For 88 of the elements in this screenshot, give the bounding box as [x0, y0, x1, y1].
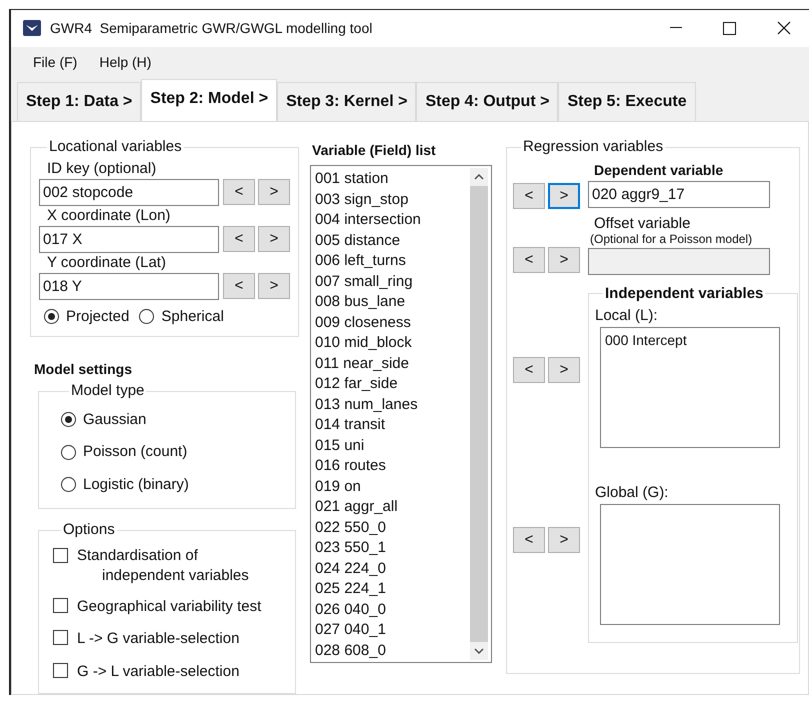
list-item[interactable]: 023 550_1 — [315, 538, 470, 558]
arrow-button[interactable]: < — [513, 526, 545, 552]
field-note: (Optional for a Poisson model) — [590, 232, 754, 246]
group-title: Model type — [70, 381, 146, 401]
checkbox-label: Geographical variability test — [77, 596, 262, 616]
scroll-up-icon[interactable] — [474, 174, 484, 180]
arrow-button[interactable]: < — [513, 182, 545, 208]
radio-label: Gaussian — [83, 410, 146, 430]
variable-field[interactable]: 018 Y — [39, 272, 219, 300]
arrow-button[interactable]: > — [258, 226, 290, 252]
arrow-button[interactable]: < — [223, 178, 255, 204]
arrow-button[interactable]: > — [548, 356, 580, 382]
variable-listbox[interactable] — [310, 165, 492, 663]
radio-button[interactable] — [139, 309, 154, 324]
list-item[interactable]: 025 224_1 — [315, 579, 470, 600]
list-item[interactable]: 010 mid_block — [315, 333, 470, 354]
field-label: X coordinate (Lon) — [47, 206, 172, 226]
list-item[interactable]: 021 aggr_all — [315, 497, 470, 518]
arrow-button[interactable]: > — [548, 526, 580, 552]
checkbox[interactable] — [53, 630, 68, 645]
scroll-down-icon[interactable] — [474, 648, 484, 654]
group-title: Regression variables — [522, 137, 664, 157]
arrow-button[interactable]: > — [258, 272, 290, 298]
local-listbox[interactable]: 000 Intercept — [600, 327, 780, 448]
list-item[interactable]: 007 small_ring — [315, 272, 470, 292]
checkbox[interactable] — [53, 548, 68, 562]
variable-field[interactable]: 017 X — [39, 226, 219, 252]
list-item[interactable]: 019 on — [315, 476, 470, 497]
radio-label: Poisson (count) — [83, 442, 188, 462]
radio-label: Spherical — [161, 306, 224, 326]
list-item[interactable]: 003 sign_stop — [315, 190, 470, 210]
list-item[interactable]: 006 left_turns — [315, 251, 470, 272]
radio-button[interactable] — [61, 444, 76, 460]
list-item[interactable]: 026 040_0 — [315, 600, 470, 620]
checkbox[interactable] — [53, 662, 68, 678]
list-item[interactable]: 014 transit — [315, 415, 470, 436]
list-label: Global (G): — [595, 483, 670, 503]
list-item[interactable]: 016 routes — [315, 456, 470, 476]
list-item[interactable]: 008 bus_lane — [315, 292, 470, 312]
field-label: Offset variable — [594, 214, 692, 232]
section-title: Model settings — [34, 360, 134, 379]
radio-button[interactable] — [61, 477, 76, 492]
list-label: Local (L): — [595, 306, 659, 326]
list-item[interactable]: 005 distance — [315, 230, 470, 251]
window-title: GWR4 Semiparametric GWR/GWGL modelling tool — [50, 18, 372, 38]
arrow-button[interactable]: < — [513, 356, 545, 382]
checkbox-label: G -> L variable-selection — [77, 662, 240, 682]
tab[interactable]: Step 5: Execute — [558, 82, 696, 121]
list-item[interactable]: 015 uni — [315, 436, 470, 456]
list-item[interactable]: 028 608_0 — [315, 640, 470, 661]
tab[interactable]: Step 1: Data > — [17, 82, 142, 121]
list-item[interactable]: 009 closeness — [315, 312, 470, 333]
list-item[interactable]: 001 station — [315, 169, 470, 190]
list-item[interactable]: 024 224_0 — [315, 558, 470, 579]
list-item[interactable]: 022 550_0 — [315, 518, 470, 538]
arrow-button[interactable]: < — [223, 226, 255, 252]
menu-item[interactable]: File (F) — [25, 52, 86, 74]
list-item[interactable]: 004 intersection — [315, 210, 470, 230]
checkbox[interactable] — [53, 598, 68, 612]
field-label: Y coordinate (Lat) — [47, 252, 167, 272]
group-title: Options — [62, 520, 116, 540]
list-item[interactable]: 013 num_lanes — [315, 394, 470, 415]
checkbox-label: L -> G variable-selection — [77, 629, 240, 649]
checkbox-label: Standardisation of independent variables — [77, 546, 250, 586]
menu-item[interactable]: Help (H) — [91, 52, 160, 74]
variable-field[interactable]: 002 stopcode — [39, 178, 219, 206]
field-label: ID key (optional) — [47, 158, 158, 178]
radio-button[interactable] — [44, 309, 59, 324]
list-item[interactable]: 000 Intercept — [605, 331, 775, 349]
tab[interactable]: Step 2: Model > — [141, 79, 278, 121]
app-icon — [23, 20, 41, 36]
dependent-field[interactable]: 020 aggr9_17 — [588, 180, 770, 208]
field-label: Dependent variable — [594, 160, 724, 180]
tab[interactable]: Step 3: Kernel > — [277, 82, 416, 121]
group-title: Locational variables — [48, 137, 183, 157]
arrow-button[interactable]: > — [258, 178, 290, 204]
group-title: Independent variables — [604, 284, 764, 304]
radio-label: Logistic (binary) — [83, 474, 189, 494]
tab[interactable]: Step 4: Output > — [416, 82, 558, 121]
list-item[interactable]: 012 far_side — [315, 374, 470, 394]
arrow-button[interactable]: < — [223, 272, 255, 298]
radio-label: Projected — [66, 306, 130, 326]
arrow-button[interactable]: > — [548, 182, 580, 208]
radio-button[interactable] — [61, 412, 76, 428]
list-item[interactable]: 027 040_1 — [315, 620, 470, 640]
list-title: Variable (Field) list — [312, 141, 437, 160]
global-listbox[interactable] — [600, 504, 780, 625]
list-item[interactable]: 011 near_side — [315, 354, 470, 374]
